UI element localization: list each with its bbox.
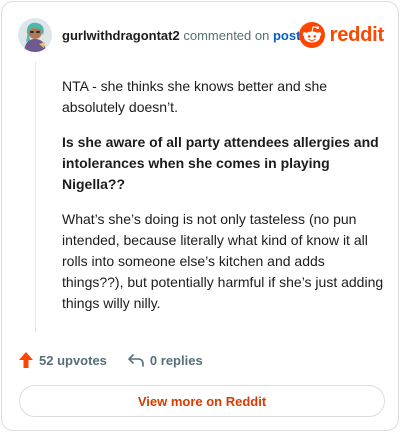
commented-on-label: commented on [183,28,270,43]
username[interactable]: gurlwithdragontat2 [62,28,180,43]
avatar-image [18,18,52,52]
comment-header: gurlwithdragontat2 commented on post red… [18,18,384,54]
post-link[interactable]: post [273,28,300,43]
reply-count: 0 replies [149,352,203,368]
reddit-wordmark: reddit [329,23,385,46]
comment-meta: gurlwithdragontat2 commented on post [62,28,300,44]
comment-body: NTA - she thinks she knows better and sh… [62,76,384,328]
embedded-comment-card: gurlwithdragontat2 commented on post red… [1,1,399,431]
upvote-arrow-icon [19,352,33,368]
upvote-button[interactable]: 52 upvotes [18,351,107,369]
comment-paragraph: What’s she’s doing is not only tasteless… [62,211,384,311]
user-avatar[interactable] [18,18,52,52]
reply-button[interactable]: 0 replies [127,352,203,368]
reply-arrow-icon [128,354,144,367]
comment-actions: 52 upvotes 0 replies [18,349,203,371]
view-more-on-reddit-button[interactable]: View more on Reddit [19,385,385,417]
comment-paragraph: NTA - she thinks she knows better and sh… [62,78,328,115]
thread-line [35,62,36,332]
comment-paragraph-bold: Is she aware of all party attendees alle… [62,134,379,192]
reddit-snoo-icon [298,22,325,48]
upvote-count: 52 upvotes [39,352,107,368]
reddit-logo[interactable]: reddit [298,22,385,48]
